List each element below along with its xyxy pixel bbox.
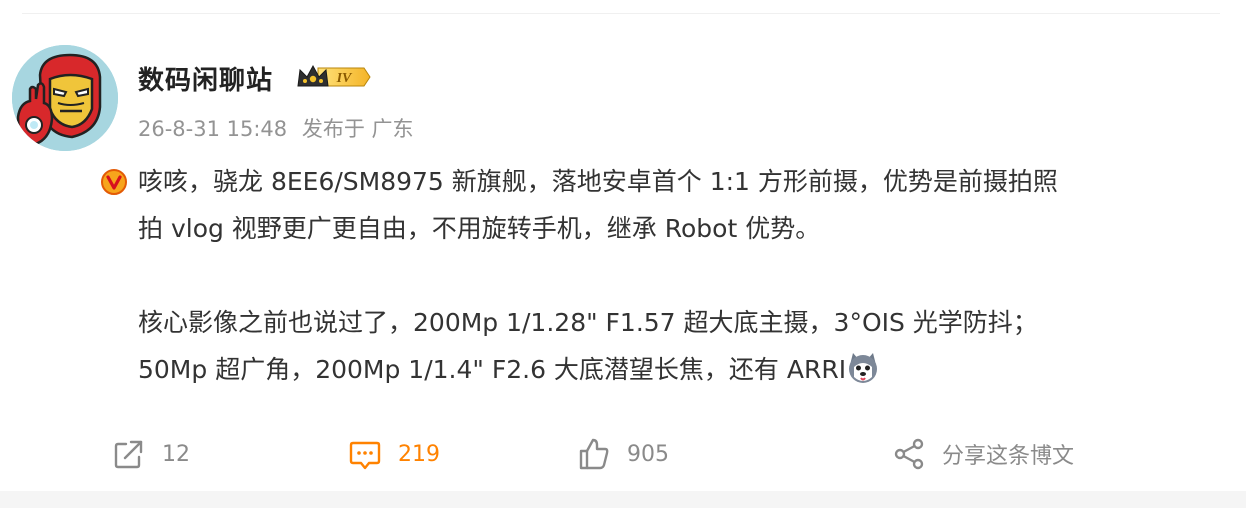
- content-line: 拍 vlog 视野更广更自由，不用旋转手机，继承 Robot 优势。: [138, 214, 821, 243]
- content-line: 咳咳，骁龙 8EE6/SM8975 新旗舰，落地安卓首个 1:1 方形前摄，优势…: [138, 167, 1058, 196]
- repost-count: 12: [162, 441, 190, 467]
- husky-dog-emoji-icon: [846, 351, 880, 385]
- share-label: 分享这条博文: [942, 444, 1075, 469]
- author-avatar[interactable]: [12, 45, 128, 196]
- post-location: 发布于 广东: [301, 117, 414, 141]
- share-button[interactable]: 分享这条博文: [892, 436, 1074, 472]
- post-timestamp[interactable]: 26-8-31 15:48: [138, 117, 287, 141]
- crown-level-badge-icon[interactable]: IV: [296, 62, 372, 92]
- repost-button[interactable]: 12: [112, 436, 190, 472]
- repost-icon: [114, 440, 143, 469]
- iron-man-avatar-icon: [12, 45, 118, 151]
- thumbs-up-icon: [579, 438, 609, 470]
- content-line-with-emoji: 50Mp 超广角，200Mp 1/1.4" F2.6 大底潜望长焦，还有 ARR…: [138, 346, 1208, 393]
- share-icon: [894, 438, 924, 470]
- post-content: 咳咳，骁龙 8EE6/SM8975 新旗舰，落地安卓首个 1:1 方形前摄，优势…: [138, 158, 1208, 393]
- bottom-separator: [0, 491, 1246, 508]
- top-divider: [22, 13, 1220, 14]
- post-meta: 26-8-31 15:48 发布于 广东: [138, 113, 422, 143]
- verified-v-badge-icon: [99, 167, 129, 197]
- level-label: IV: [336, 71, 353, 86]
- comment-count: 219: [398, 441, 440, 467]
- content-line: 核心影像之前也说过了，200Mp 1/1.28" F1.57 超大底主摄，3°O…: [138, 308, 1038, 337]
- like-count: 905: [627, 441, 669, 467]
- comment-icon: [349, 441, 381, 470]
- comment-button[interactable]: 219: [348, 436, 440, 472]
- author-name[interactable]: 数码闲聊站: [138, 60, 273, 97]
- content-line: 50Mp 超广角，200Mp 1/1.4" F2.6 大底潜望长焦，还有 ARR…: [138, 355, 847, 384]
- like-button[interactable]: 905: [577, 436, 669, 472]
